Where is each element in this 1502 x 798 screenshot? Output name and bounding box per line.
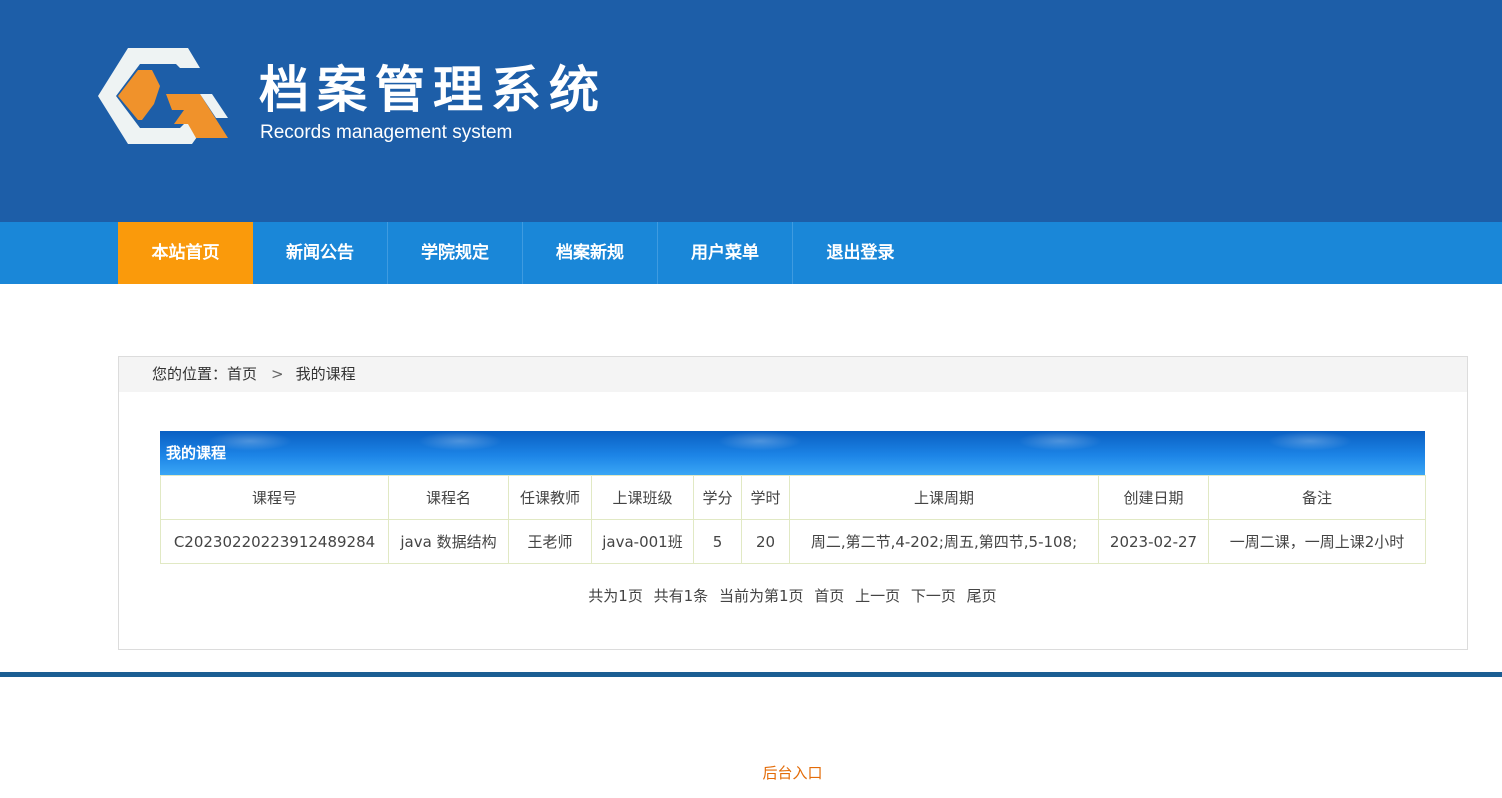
course-table-section: 我的课程 课程号 课程名 任课教师 上课班级 学分 学时 上课周期 创建日期 备…: [160, 431, 1426, 605]
pager-last-link[interactable]: 尾页: [967, 587, 997, 605]
table-header-row: 课程号 课程名 任课教师 上课班级 学分 学时 上课周期 创建日期 备注: [160, 475, 1426, 520]
column-header: 课程名: [388, 475, 509, 520]
table-cell: C20230220223912489284: [160, 519, 389, 564]
table-cell: java-001班: [591, 519, 694, 564]
pager-first-link[interactable]: 首页: [814, 587, 844, 605]
column-header: 创建日期: [1098, 475, 1209, 520]
breadcrumb-separator: >: [271, 365, 284, 383]
footer-divider: [0, 672, 1502, 677]
site-title: 档案管理系统: [259, 61, 607, 119]
nav-item-news[interactable]: 新闻公告: [253, 222, 388, 284]
nav-item-archive-rules[interactable]: 档案新规: [523, 222, 658, 284]
table-cell: 2023-02-27: [1098, 519, 1209, 564]
breadcrumb-current: 我的课程: [295, 365, 356, 383]
pager-current-page: 当前为第1页: [718, 587, 804, 605]
main-nav: 本站首页 新闻公告 学院规定 档案新规 用户菜单 退出登录: [0, 222, 1502, 284]
site-subtitle: Records management system: [260, 122, 513, 143]
table-cell: 20: [741, 519, 790, 564]
table-cell: java 数据结构: [388, 519, 509, 564]
table-cell: 一周二课，一周上课2小时: [1208, 519, 1426, 564]
breadcrumb-prefix: 您的位置：: [152, 365, 228, 383]
table-row: C20230220223912489284 java 数据结构 王老师 java…: [160, 519, 1426, 564]
nav-item-home[interactable]: 本站首页: [118, 222, 253, 284]
column-header: 备注: [1208, 475, 1426, 520]
pagination: 共为1页 共有1条 当前为第1页 首页 上一页 下一页 尾页: [160, 585, 1425, 607]
nav-item-user-menu[interactable]: 用户菜单: [658, 222, 793, 284]
course-table: 课程号 课程名 任课教师 上课班级 学分 学时 上课周期 创建日期 备注 C20…: [160, 475, 1426, 564]
column-header: 课程号: [160, 475, 389, 520]
column-header: 学时: [741, 475, 790, 520]
table-cell: 王老师: [508, 519, 592, 564]
pager-total-items: 共有1条: [653, 587, 709, 605]
site-header: 档案管理系统 Records management system: [0, 0, 1502, 222]
table-cell: 5: [693, 519, 742, 564]
breadcrumb: 您的位置：首页 > 我的课程: [119, 357, 1467, 392]
column-header: 任课教师: [508, 475, 592, 520]
breadcrumb-home-link[interactable]: 首页: [227, 365, 257, 383]
column-header: 上课周期: [789, 475, 1099, 520]
nav-item-logout[interactable]: 退出登录: [793, 222, 928, 284]
logo-icon: [98, 48, 228, 144]
table-cell: 周二,第二节,4-202;周五,第四节,5-108;: [789, 519, 1099, 564]
nav-item-regulations[interactable]: 学院规定: [388, 222, 523, 284]
pager-prev-link[interactable]: 上一页: [855, 587, 900, 605]
course-table-title: 我的课程: [160, 431, 1425, 475]
pager-next-link[interactable]: 下一页: [911, 587, 956, 605]
pager-total-pages: 共为1页: [588, 587, 643, 605]
column-header: 学分: [693, 475, 742, 520]
column-header: 上课班级: [591, 475, 694, 520]
admin-entry-link[interactable]: 后台入口: [0, 762, 1502, 783]
content-panel: 您的位置：首页 > 我的课程 我的课程 课程号 课程名 任课教师 上课班级 学分 学…: [118, 356, 1468, 650]
